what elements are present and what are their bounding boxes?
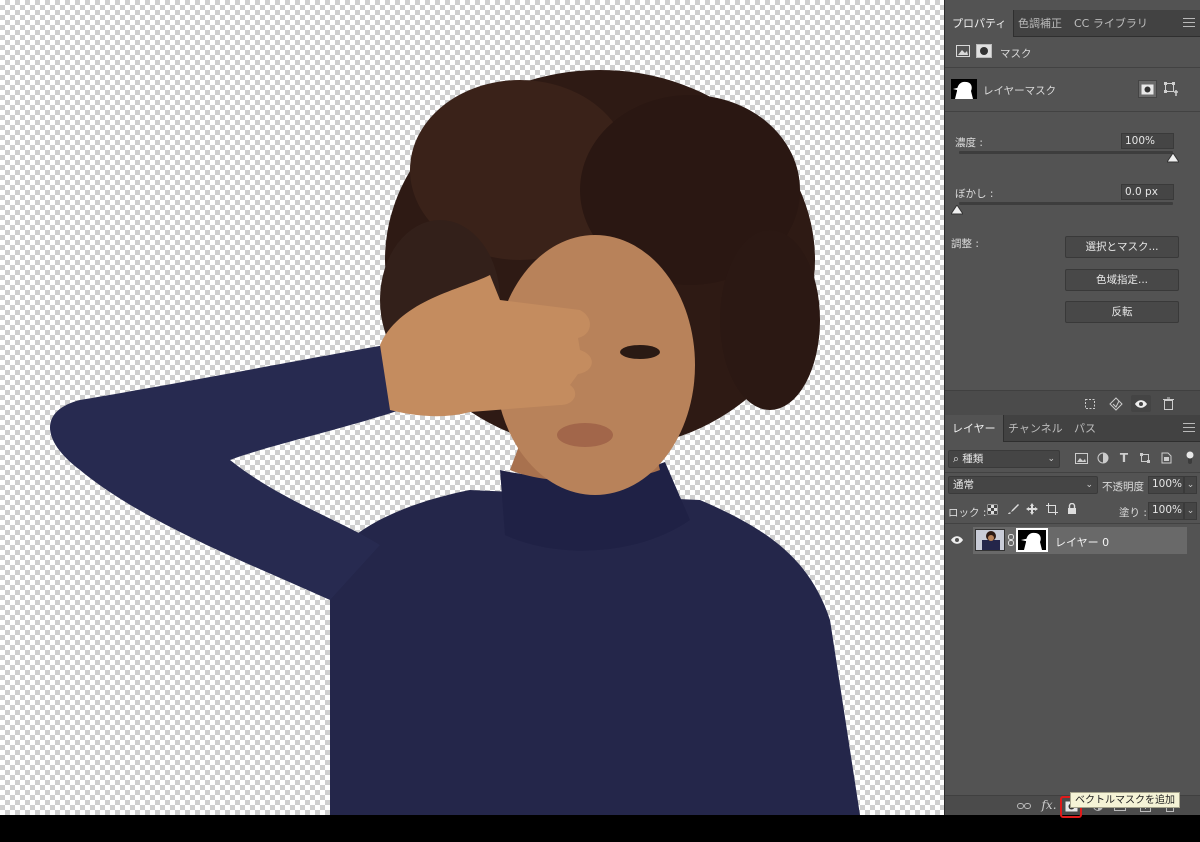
lock-position-move-icon[interactable]: [1026, 503, 1038, 515]
properties-footer: [945, 390, 1200, 415]
tooltip: ベクトルマスクを追加: [1070, 792, 1180, 808]
opacity-field[interactable]: 100%: [1148, 476, 1184, 494]
filter-adjustment-icon[interactable]: [1096, 451, 1110, 465]
bottom-bar: [0, 815, 1200, 842]
blend-mode-value: 通常: [953, 479, 974, 491]
filter-type-icon[interactable]: T: [1117, 451, 1131, 465]
select-pixel-mask-button[interactable]: [1138, 80, 1157, 98]
density-field[interactable]: 100%: [1121, 133, 1174, 149]
lock-artboard-icon[interactable]: [1046, 503, 1058, 515]
right-panel: プロパティ 色調補正 CC ライブラリ マスク レイヤーマスク 濃度 : 100…: [944, 0, 1200, 815]
tab-cc-libraries[interactable]: CC ライブラリ: [1067, 10, 1155, 37]
tab-properties[interactable]: プロパティ: [945, 10, 1015, 37]
feather-slider-track[interactable]: [959, 202, 1173, 205]
layers-panel-menu-icon[interactable]: [1183, 423, 1195, 433]
filter-kind-label: 種類: [962, 453, 984, 465]
feather-label: ぼかし :: [955, 188, 994, 200]
layers-tabbar: レイヤー チャンネル パス: [945, 415, 1200, 442]
delete-mask-trash-icon[interactable]: [1158, 395, 1178, 412]
adjust-label: 調整 :: [951, 238, 979, 250]
density-slider-track[interactable]: [959, 151, 1173, 154]
apply-mask-icon[interactable]: [1106, 395, 1126, 412]
layer-mask-icon[interactable]: [976, 44, 992, 58]
layer-name[interactable]: レイヤー 0: [1055, 534, 1109, 550]
invert-button[interactable]: 反転: [1065, 301, 1179, 323]
pixel-mask-icon[interactable]: [956, 45, 970, 57]
feather-field[interactable]: 0.0 px: [1121, 184, 1174, 200]
layer-visibility-eye-icon[interactable]: [950, 534, 964, 546]
layer-image-thumbnail[interactable]: [975, 529, 1005, 551]
link-layers-icon[interactable]: [1016, 798, 1032, 814]
tab-channels[interactable]: チャンネル: [1001, 415, 1070, 442]
chevron-down-icon: ⌄: [1085, 480, 1093, 490]
photo-subject: [50, 70, 860, 815]
chevron-down-icon: ⌄: [1047, 454, 1055, 464]
layer-row[interactable]: レイヤー 0: [973, 527, 1187, 554]
lock-label: ロック :: [948, 507, 987, 519]
density-label: 濃度 :: [955, 137, 983, 149]
tab-layers[interactable]: レイヤー: [945, 415, 1004, 442]
document-canvas[interactable]: [0, 0, 944, 815]
opacity-dropdown-icon[interactable]: ⌄: [1184, 476, 1197, 494]
color-range-button[interactable]: 色域指定...: [1065, 269, 1179, 291]
properties-tabbar: プロパティ 色調補正 CC ライブラリ: [945, 10, 1200, 37]
lock-image-pixels-brush-icon[interactable]: [1007, 503, 1019, 515]
panel-menu-icon[interactable]: [1183, 18, 1195, 28]
layer-mask-thumbnail-small[interactable]: [1016, 528, 1048, 552]
select-and-mask-button[interactable]: 選択とマスク...: [1065, 236, 1179, 258]
tab-paths[interactable]: パス: [1067, 415, 1103, 442]
layer-mask-thumbnail[interactable]: [951, 79, 977, 99]
fill-label: 塗り :: [1119, 507, 1147, 519]
raised-arm: [50, 345, 400, 600]
filter-smart-object-icon[interactable]: [1159, 451, 1173, 465]
layer-filter-kind-select[interactable]: ⌕ 種類 ⌄: [948, 450, 1060, 468]
fill-field[interactable]: 100%: [1148, 502, 1184, 520]
filter-pixel-icon[interactable]: [1074, 451, 1088, 465]
load-selection-icon[interactable]: [1080, 395, 1100, 412]
blend-mode-select[interactable]: 通常 ⌄: [948, 476, 1098, 494]
layer-mask-label: レイヤーマスク: [983, 85, 1057, 97]
filter-toggle-switch[interactable]: [1185, 449, 1195, 467]
mask-header-label: マスク: [1000, 48, 1032, 60]
fx-icon[interactable]: fx.: [1041, 797, 1057, 813]
tab-adjustments[interactable]: 色調補正: [1011, 10, 1069, 37]
search-icon: ⌕: [953, 453, 959, 465]
filter-shape-icon[interactable]: [1138, 451, 1152, 465]
opacity-label: 不透明度 :: [1102, 481, 1151, 493]
disable-mask-eye-icon[interactable]: [1131, 395, 1151, 412]
lock-all-icon[interactable]: [1066, 503, 1078, 515]
fill-dropdown-icon[interactable]: ⌄: [1184, 502, 1197, 520]
mask-link-chain-icon[interactable]: [1007, 533, 1015, 547]
add-vector-mask-icon[interactable]: [1162, 80, 1180, 98]
lock-transparent-pixels-icon[interactable]: [986, 503, 998, 515]
